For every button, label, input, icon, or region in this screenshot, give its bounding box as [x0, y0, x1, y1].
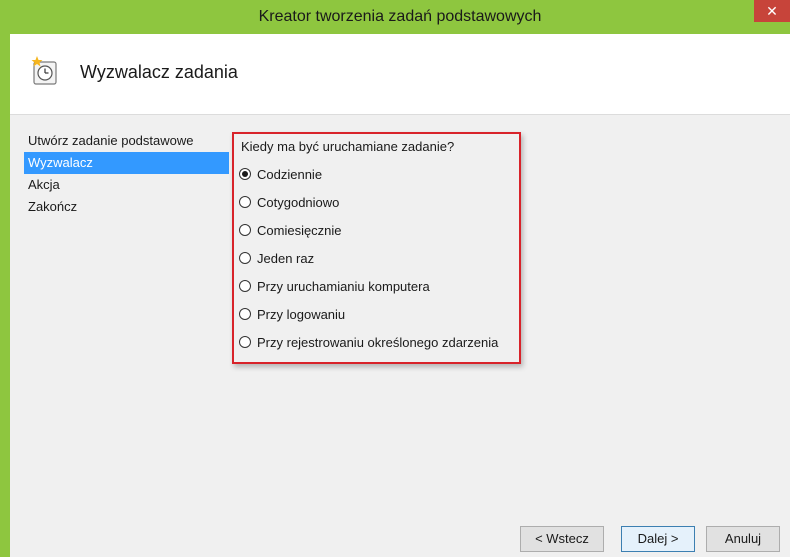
- title-bar: Kreator tworzenia zadań podstawowych ✕: [10, 0, 790, 34]
- wizard-steps-nav: Utwórz zadanie podstawowe Wyzwalacz Akcj…: [24, 130, 229, 218]
- trigger-question: Kiedy ma być uruchamiane zadanie?: [241, 139, 455, 154]
- radio-label-on-event: Przy rejestrowaniu określonego zdarzenia: [257, 334, 499, 350]
- nav-item-finish[interactable]: Zakończ: [24, 196, 229, 218]
- wizard-window: Kreator tworzenia zadań podstawowych ✕ W…: [0, 0, 790, 557]
- radio-label-weekly: Cotygodniowo: [257, 194, 340, 210]
- radio-weekly[interactable]: Cotygodniowo: [239, 192, 339, 212]
- radio-daily[interactable]: Codziennie: [239, 164, 322, 184]
- nav-item-trigger[interactable]: Wyzwalacz: [24, 152, 229, 174]
- page-title: Wyzwalacz zadania: [80, 62, 238, 82]
- wizard-header: Wyzwalacz zadania: [10, 34, 790, 115]
- radio-button[interactable]: [239, 336, 251, 348]
- radio-button[interactable]: [239, 196, 251, 208]
- window-title: Kreator tworzenia zadań podstawowych: [258, 8, 542, 25]
- back-button[interactable]: < Wstecz: [520, 526, 604, 552]
- nav-item-create-basic-task[interactable]: Utwórz zadanie podstawowe: [24, 130, 229, 152]
- nav-item-action[interactable]: Akcja: [24, 174, 229, 196]
- radio-label-one-time: Jeden raz: [257, 250, 315, 266]
- radio-at-startup[interactable]: Przy uruchamianiu komputera: [239, 276, 430, 296]
- radio-on-event[interactable]: Przy rejestrowaniu określonego zdarzenia: [239, 332, 498, 352]
- radio-label-monthly: Comiesięcznie: [257, 222, 342, 238]
- radio-button[interactable]: [239, 280, 251, 292]
- cancel-button[interactable]: Anuluj: [706, 526, 780, 552]
- task-clock-icon: [31, 56, 57, 85]
- radio-label-daily: Codziennie: [257, 166, 323, 182]
- radio-button[interactable]: [239, 308, 251, 320]
- radio-button-checked[interactable]: [239, 168, 251, 180]
- radio-button[interactable]: [239, 252, 251, 264]
- close-icon: ✕: [766, 3, 778, 19]
- next-button[interactable]: Dalej >: [621, 526, 695, 552]
- radio-button[interactable]: [239, 224, 251, 236]
- radio-monthly[interactable]: Comiesięcznie: [239, 220, 342, 240]
- radio-label-at-startup: Przy uruchamianiu komputera: [257, 278, 430, 294]
- radio-at-logon[interactable]: Przy logowaniu: [239, 304, 345, 324]
- radio-label-at-logon: Przy logowaniu: [257, 306, 346, 322]
- close-button[interactable]: ✕: [754, 0, 790, 22]
- radio-one-time[interactable]: Jeden raz: [239, 248, 314, 268]
- trigger-options-group: Kiedy ma być uruchamiane zadanie? Codzie…: [232, 132, 521, 364]
